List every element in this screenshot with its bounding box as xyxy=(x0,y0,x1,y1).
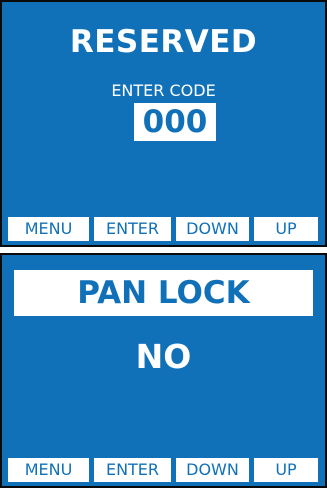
pan-lock-screen: PAN LOCK NO MENU ENTER DOWN UP xyxy=(0,253,327,488)
up-button[interactable]: UP xyxy=(254,458,318,482)
down-button[interactable]: DOWN xyxy=(176,458,249,482)
down-button[interactable]: DOWN xyxy=(176,217,249,241)
enter-button[interactable]: ENTER xyxy=(94,458,171,482)
menu-button[interactable]: MENU xyxy=(8,217,89,241)
enter-code-prompt: ENTER CODE xyxy=(111,81,216,100)
up-button[interactable]: UP xyxy=(254,217,318,241)
screen-title: PAN LOCK xyxy=(14,270,313,316)
screen-title: RESERVED xyxy=(69,24,258,60)
enter-button[interactable]: ENTER xyxy=(94,217,171,241)
pan-lock-value: NO xyxy=(135,337,192,376)
softkey-bar: MENU ENTER DOWN UP xyxy=(2,458,325,482)
softkey-bar: MENU ENTER DOWN UP xyxy=(2,217,325,241)
reserved-screen: RESERVED ENTER CODE 000 MENU ENTER DOWN … xyxy=(0,0,327,247)
menu-button[interactable]: MENU xyxy=(8,458,89,482)
code-input[interactable]: 000 xyxy=(134,103,216,141)
